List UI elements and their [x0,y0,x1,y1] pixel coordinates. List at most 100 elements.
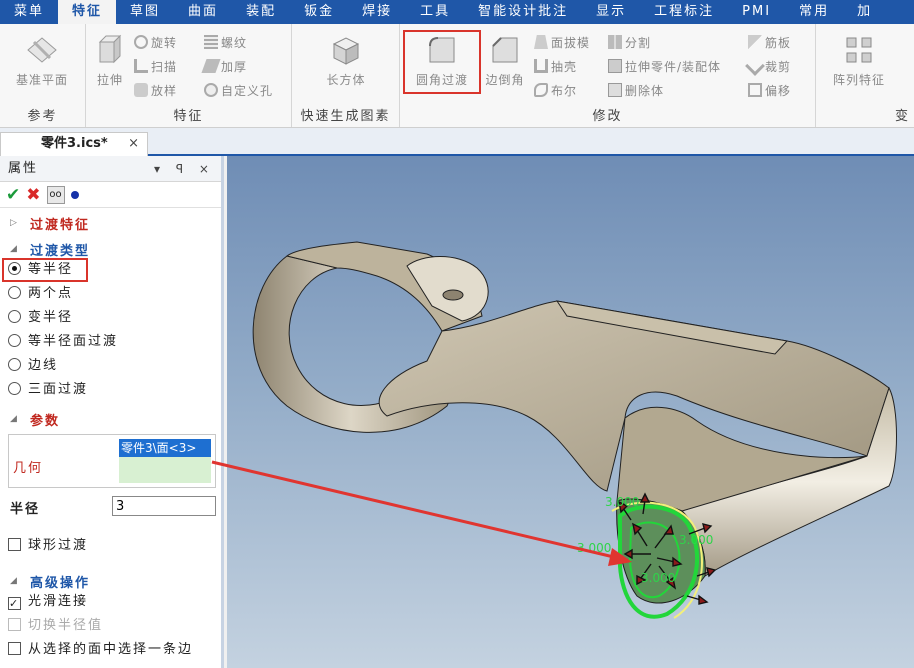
section-params[interactable]: 参数 [30,410,60,429]
split-button[interactable]: 分割 [608,32,651,54]
menu-surface[interactable]: 曲面 [174,0,232,24]
radio-variable-radius[interactable]: 变半径 [8,308,73,328]
checkbox-box[interactable]: ✓ [8,597,21,610]
expand-arrow-icon[interactable]: ◢ [10,244,17,254]
collapse-arrow-icon[interactable]: ▷ [10,218,17,228]
document-tab-strip: 零件3.ics* × [0,128,914,156]
split-icon [608,35,622,49]
extrude-part-button[interactable]: 拉伸零件/装配体 [608,56,721,78]
dimension-label[interactable]: 3.000 [577,541,611,555]
chamfer-icon [492,37,518,63]
menu-common[interactable]: 常用 [785,0,843,24]
offset-button[interactable]: 偏移 [748,80,791,102]
datum-plane-icon [27,37,57,63]
menu-sketch[interactable]: 草图 [116,0,174,24]
sweep-button[interactable]: 扫描 [134,56,177,78]
close-icon[interactable]: × [128,133,139,155]
menu-feature[interactable]: 特征 [58,0,117,24]
section-fillet-feature[interactable]: 过渡特征 [30,214,90,233]
expand-arrow-icon[interactable]: ◢ [10,576,17,586]
menu-sheetmetal[interactable]: 钣金 [290,0,348,24]
group-reference: 基准平面 参考 [0,24,86,127]
switch-radius-checkbox[interactable]: 切换半径值 [8,616,103,636]
custom-hole-icon [204,83,218,97]
group-transform: 阵列特征 变 [816,24,914,127]
checkbox-box[interactable] [8,618,21,631]
menu-drawing-annotation[interactable]: 工程标注 [640,0,728,24]
radio-indicator[interactable] [8,334,21,347]
thicken-button[interactable]: 加厚 [201,56,247,78]
boolean-button[interactable]: 布尔 [534,80,577,102]
radio-two-points[interactable]: 两个点 [8,284,73,304]
datum-plane-button[interactable]: 基准平面 [12,30,72,102]
dimension-label[interactable]: 3.000 [605,495,639,509]
menu-pmi[interactable]: PMI [728,0,785,24]
boolean-icon [534,83,548,97]
model-hole-top [442,289,464,301]
menu-welding[interactable]: 焊接 [348,0,406,24]
shell-button[interactable]: 抽壳 [534,56,577,78]
delete-body-icon [608,83,622,97]
custom-hole-button[interactable]: 自定义孔 [204,80,273,102]
panel-body: ▷ 过渡特征 ◢ 过渡类型 等半径 两个点 变半径 等半径面过渡 边线 三面过渡… [0,156,221,668]
radius-label: 半径 [10,502,41,517]
box-icon [332,37,360,65]
menu-display[interactable]: 显示 [582,0,640,24]
dimension-label[interactable]: 3.000 [641,571,675,585]
section-advanced[interactable]: 高级操作 [30,572,90,591]
chamfer-button[interactable]: 边倒角 [480,30,530,102]
menu-assembly[interactable]: 装配 [232,0,290,24]
geometry-selection[interactable]: 零件3\面<3> [119,439,211,457]
shell-icon [534,59,548,73]
group-label-modify: 修改 [592,109,623,124]
delete-body-button[interactable]: 删除体 [608,80,664,102]
ball-fillet-checkbox[interactable]: 球形过渡 [8,536,88,556]
document-tab[interactable]: 零件3.ics* × [0,132,148,156]
radio-indicator[interactable] [8,358,21,371]
group-label-feature: 特征 [173,109,204,124]
menu-main[interactable]: 菜单 [0,0,58,24]
radio-three-face[interactable]: 三面过渡 [8,380,88,400]
group-quick: 长方体 快速生成图素 [292,24,400,127]
extrude-button[interactable]: 拉伸 [88,30,132,102]
group-label-quick: 快速生成图素 [300,109,391,124]
loft-button[interactable]: 放样 [134,80,177,102]
3d-viewport[interactable]: 3.000 3.000 3.000 3.000 [227,156,914,668]
radio-indicator[interactable] [8,310,21,323]
pattern-icon [846,37,872,63]
group-label-transform: 变 [894,109,910,124]
trim-button[interactable]: 裁剪 [745,56,791,78]
radio-indicator[interactable] [8,382,21,395]
radio-equal-radius-face[interactable]: 等半径面过渡 [8,332,118,352]
box-button[interactable]: 长方体 [316,30,376,102]
checkbox-box[interactable] [8,538,21,551]
loft-icon [134,83,148,97]
radio-indicator[interactable] [8,286,21,299]
face-draft-button[interactable]: 面拔模 [534,32,590,54]
radio-edge[interactable]: 边线 [8,356,58,376]
radius-input[interactable] [112,496,216,516]
pattern-button[interactable]: 阵列特征 [824,30,894,102]
group-feature: 拉伸 旋转 扫描 放样 螺纹 加厚 自定义孔 特征 [86,24,292,127]
section-fillet-type[interactable]: 过渡类型 [30,240,90,259]
smooth-connect-checkbox[interactable]: ✓ 光滑连接 [8,592,88,612]
sweep-icon [134,59,148,73]
thicken-icon [201,59,221,73]
model-canvas[interactable]: 3.000 3.000 3.000 3.000 [227,156,914,668]
thread-button[interactable]: 螺纹 [204,32,247,54]
menu-tools[interactable]: 工具 [406,0,464,24]
menu-smart-annotation[interactable]: 智能设计批注 [464,0,582,24]
extrude-icon [98,34,122,64]
expand-arrow-icon[interactable]: ◢ [10,414,17,424]
menu-bar: 菜单 特征 草图 曲面 装配 钣金 焊接 工具 智能设计批注 显示 工程标注 P… [0,0,914,24]
group-label-reference: 参考 [27,109,58,124]
document-tab-label: 零件3.ics* [41,136,108,151]
select-edge-checkbox[interactable]: 从选择的面中选择一条边 [8,640,193,660]
checkbox-box[interactable] [8,642,21,655]
dimension-label[interactable]: 3.000 [679,533,713,547]
rib-button[interactable]: 筋板 [748,32,791,54]
rib-icon [748,35,762,49]
revolve-button[interactable]: 旋转 [134,32,177,54]
menu-more[interactable]: 加 [843,0,886,24]
geometry-list-area[interactable] [119,457,211,483]
